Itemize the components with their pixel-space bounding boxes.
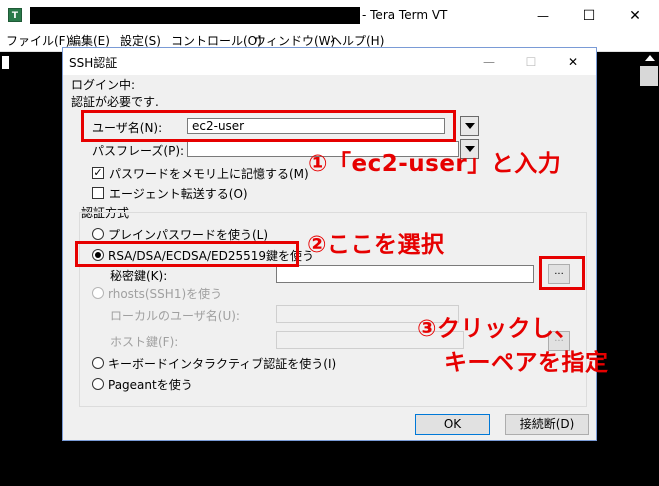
maximize-icon: ☐: [525, 54, 537, 69]
keyboard-interactive-label: キーボードインタラクティブ認証を使う(I): [108, 357, 337, 371]
pageant-radio[interactable]: [92, 378, 104, 390]
dialog-title: SSH認証: [69, 56, 118, 70]
dialog-close-button[interactable]: ✕: [552, 48, 594, 75]
host-key-label: ホスト鍵(F):: [110, 335, 179, 349]
minimize-icon: —: [483, 54, 495, 69]
annotation-step2: ②ここを選択: [307, 232, 445, 258]
dialog-maximize-button[interactable]: ☐: [510, 48, 552, 75]
close-button[interactable]: ✕: [612, 0, 658, 31]
dialog-minimize-button[interactable]: —: [468, 48, 510, 75]
maximize-icon: ☐: [582, 7, 596, 24]
scroll-up-icon[interactable]: [645, 55, 655, 61]
auth-required-text: 認証が必要です.: [71, 95, 159, 109]
disconnect-button[interactable]: 接続断(D): [505, 414, 589, 435]
pageant-label: Pageantを使う: [108, 378, 193, 392]
menu-file[interactable]: ファイル(F): [6, 34, 70, 49]
annotation-step3-line2: キーペアを指定: [444, 350, 609, 376]
browse-button-highlight-box: [539, 256, 585, 290]
keyboard-interactive-radio[interactable]: [92, 357, 104, 369]
agent-forward-label: エージェント転送する(O): [109, 187, 248, 201]
minimize-button[interactable]: —: [520, 0, 566, 31]
window-title: - Tera Term VT: [362, 8, 448, 22]
passphrase-label: パスフレーズ(P):: [92, 144, 185, 158]
local-user-label: ローカルのユーザ名(U):: [110, 309, 240, 323]
rsa-option-highlight-box: [75, 241, 299, 267]
annotation-step1: ①「ec2-user」と入力: [308, 151, 562, 177]
scrollbar-thumb[interactable]: [640, 66, 658, 86]
terminal-cursor: [2, 56, 9, 69]
username-dropdown-button[interactable]: [460, 116, 479, 136]
plain-password-radio[interactable]: [92, 228, 104, 240]
dialog-titlebar: SSH認証 — ☐ ✕: [63, 48, 596, 75]
close-icon: ✕: [629, 7, 641, 24]
rhosts-label: rhosts(SSH1)を使う: [108, 287, 223, 301]
ok-button[interactable]: OK: [415, 414, 490, 435]
remember-password-checkbox[interactable]: ✓: [92, 167, 104, 179]
agent-forward-checkbox[interactable]: [92, 187, 104, 199]
chevron-down-icon: [464, 123, 475, 129]
tera-term-app-icon[interactable]: T: [8, 8, 22, 22]
annotation-step3-line1: ③クリックし、: [417, 316, 578, 342]
maximize-button[interactable]: ☐: [566, 0, 612, 31]
private-key-label: 秘密鍵(K):: [110, 269, 168, 283]
private-key-input[interactable]: [276, 265, 534, 283]
close-icon: ✕: [567, 54, 579, 69]
username-highlight-box: [81, 110, 456, 142]
remember-password-label: パスワードをメモリ上に記憶する(M): [109, 167, 309, 181]
minimize-icon: —: [537, 8, 549, 23]
rhosts-radio[interactable]: [92, 287, 104, 299]
login-status-label: ログイン中:: [71, 78, 136, 92]
redacted-host-bar: [30, 7, 360, 24]
